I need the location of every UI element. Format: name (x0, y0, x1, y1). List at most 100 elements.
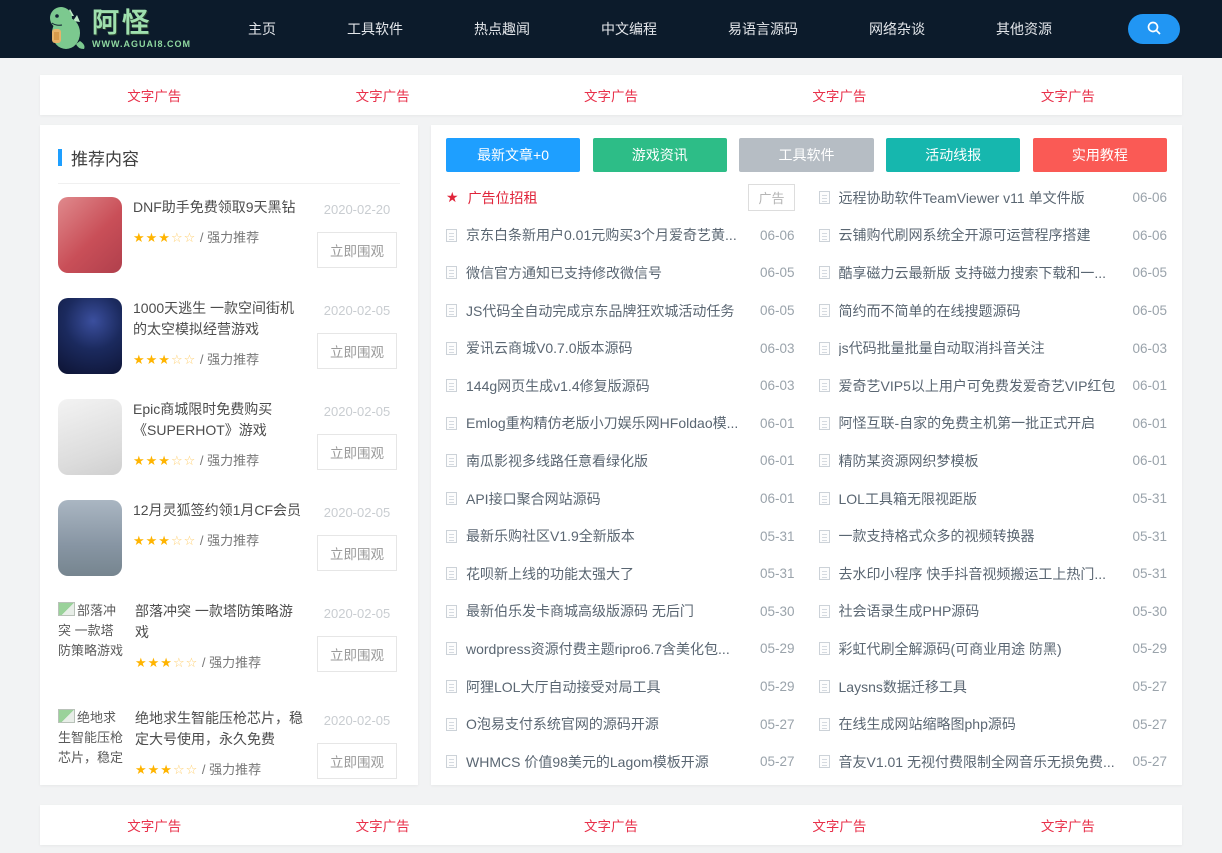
view-now-button[interactable]: 立即围观 (317, 434, 397, 470)
article-row[interactable]: js代码批量批量自动取消抖音关注 06-03 (818, 329, 1167, 367)
nav-item[interactable]: 易语言源码 (728, 0, 798, 59)
document-icon (446, 228, 457, 242)
article-row[interactable]: API接口聚合网站源码 06-01 (446, 480, 795, 518)
text-ad-link[interactable]: 文字广告 (497, 85, 725, 105)
recommended-item[interactable]: DNF助手免费领取9天黑钻 ★★★☆☆ / 强力推荐 2020-02-20 立即… (58, 184, 400, 285)
article-title: 京东白条新用户0.01元购买3个月爱奇艺黄... (466, 227, 737, 244)
view-now-button[interactable]: 立即围观 (317, 636, 397, 672)
item-title: 12月灵狐签约领1月CF会员 (133, 502, 302, 518)
view-now-button[interactable]: 立即围观 (317, 232, 397, 268)
text-ad-link[interactable]: 文字广告 (40, 85, 268, 105)
item-title: 绝地求生智能压枪芯片，稳定大号使用，永久免费 (135, 710, 303, 747)
article-row[interactable]: 最新乐购社区V1.9全新版本 05-31 (446, 517, 795, 555)
article-date: 06-05 (1132, 303, 1167, 319)
tab-tutorials[interactable]: 实用教程 (1032, 138, 1167, 172)
article-row[interactable]: 在线生成网站缩略图php源码 05-27 (818, 705, 1167, 743)
recommended-item[interactable]: 绝地求生智能压枪芯片，稳定 绝地求生智能压枪芯片，稳定大号使用，永久免费 ★★★… (58, 695, 400, 785)
article-date: 05-27 (759, 716, 795, 732)
nav-item[interactable]: 热点趣闻 (474, 0, 530, 59)
nav-item[interactable]: 工具软件 (347, 0, 403, 59)
article-row[interactable]: 最新伯乐发卡商城高级版源码 无后门 05-30 (446, 593, 795, 631)
article-title: 远程协助软件TeamViewer v11 单文件版 (838, 189, 1085, 206)
ad-slot-row[interactable]: ★ 广告位招租 广告 (446, 179, 795, 217)
article-row[interactable]: 彩虹代刷全解源码(可商业用途 防黑) 05-29 (818, 630, 1167, 668)
article-row[interactable]: 去水印小程序 快手抖音视频搬运工上热门... 05-31 (818, 555, 1167, 593)
article-row[interactable]: WHMCS 价值98美元的Lagom模板开源 05-27 (446, 743, 795, 781)
nav-item[interactable]: 中文编程 (601, 0, 657, 59)
article-row[interactable]: 花呗新上线的功能太强大了 05-31 (446, 555, 795, 593)
nav-item[interactable]: 主页 (248, 0, 276, 59)
article-row[interactable]: 社会语录生成PHP源码 05-30 (818, 593, 1167, 631)
article-row[interactable]: 一款支持格式众多的视频转换器 05-31 (818, 517, 1167, 555)
rating-separator: / (199, 453, 204, 468)
text-ad-link[interactable]: 文字广告 (954, 85, 1182, 105)
article-title: 爱讯云商城V0.7.0版本源码 (466, 340, 633, 357)
article-title: 在线生成网站缩略图php源码 (838, 716, 1016, 733)
article-row[interactable]: 爱奇艺VIP5以上用户可免费发爱奇艺VIP红包 06-01 (818, 367, 1167, 405)
text-ad-link[interactable]: 文字广告 (40, 815, 268, 835)
article-row[interactable]: O泡易支付系统官网的源码开源 05-27 (446, 705, 795, 743)
item-date: 2020-02-05 (323, 303, 391, 318)
article-row[interactable]: 144g网页生成v1.4修复版源码 06-03 (446, 367, 795, 405)
article-date: 06-06 (1132, 227, 1167, 243)
article-date: 06-03 (759, 378, 795, 394)
document-icon (818, 341, 830, 355)
document-icon (818, 454, 830, 468)
article-row[interactable]: LOL工具箱无限视距版 05-31 (818, 480, 1167, 518)
article-date: 05-31 (759, 528, 795, 544)
rating-label: 强力推荐 (207, 230, 260, 245)
article-row[interactable]: wordpress资源付费主题ripro6.7含美化包... 05-29 (446, 630, 795, 668)
text-ad-link[interactable]: 文字广告 (954, 815, 1182, 835)
article-row[interactable]: 京东白条新用户0.01元购买3个月爱奇艺黄... 06-06 (446, 217, 795, 255)
recommended-item[interactable]: 12月灵狐签约领1月CF会员 ★★★☆☆ / 强力推荐 2020-02-05 立… (58, 487, 400, 588)
recommended-item[interactable]: 1000天逃生 一款空间街机的太空模拟经营游戏 ★★★☆☆ / 强力推荐 202… (58, 285, 400, 386)
article-title: 144g网页生成v1.4修复版源码 (466, 377, 650, 394)
nav-item[interactable]: 网络杂谈 (869, 0, 925, 59)
article-date: 06-01 (759, 415, 795, 431)
article-date: 06-03 (1132, 340, 1167, 356)
tab-tools-software[interactable]: 工具软件 (739, 138, 874, 172)
article-date: 06-01 (1132, 415, 1167, 431)
article-row[interactable]: 音友V1.01 无视付费限制全网音乐无损免费... 05-27 (818, 743, 1167, 781)
site-logo[interactable]: 阿怪 WWW.AGUAI8.COM (42, 3, 220, 56)
view-now-button[interactable]: 立即围观 (317, 743, 397, 779)
article-row[interactable]: 远程协助软件TeamViewer v11 单文件版 06-06 (818, 179, 1167, 217)
recommended-sidebar: 推荐内容 DNF助手免费领取9天黑钻 ★★★☆☆ / 强力推荐 2020-02-… (40, 125, 418, 785)
article-row[interactable]: 阿狸LOL大厅自动接受对局工具 05-29 (446, 668, 795, 706)
nav-item[interactable]: 其他资源 (996, 0, 1052, 59)
item-date: 2020-02-05 (323, 505, 391, 520)
article-date: 05-31 (1132, 491, 1167, 507)
recommended-item[interactable]: Epic商城限时免费购买《SUPERHOT》游戏 ★★★☆☆ / 强力推荐 20… (58, 386, 400, 487)
text-ad-link[interactable]: 文字广告 (268, 85, 496, 105)
article-row[interactable]: 爱讯云商城V0.7.0版本源码 06-03 (446, 329, 795, 367)
site-header: 阿怪 WWW.AGUAI8.COM 主页 工具软件 热点趣闻 中文编程 易语言源… (0, 0, 1222, 58)
tab-activity-news[interactable]: 活动线报 (886, 138, 1021, 172)
article-row[interactable]: 简约而不简单的在线搜题源码 06-05 (818, 292, 1167, 330)
view-now-button[interactable]: 立即围观 (317, 535, 397, 571)
recommended-item[interactable]: 部落冲突 一款塔防策略游戏 部落冲突 一款塔防策略游戏 ★★★☆☆ / 强力推荐… (58, 588, 400, 695)
view-now-button[interactable]: 立即围观 (317, 333, 397, 369)
main-nav: 主页 工具软件 热点趣闻 中文编程 易语言源码 网络杂谈 其他资源 (248, 0, 1123, 59)
article-row[interactable]: 南瓜影视多线路任意看绿化版 06-01 (446, 442, 795, 480)
article-row[interactable]: 酷享磁力云最新版 支持磁力搜索下载和一... 06-05 (818, 254, 1167, 292)
article-row[interactable]: 精防某资源网织梦模板 06-01 (818, 442, 1167, 480)
article-row[interactable]: 云铺购代刷网系统全开源可运营程序搭建 06-06 (818, 217, 1167, 255)
article-row[interactable]: Emlog重构精仿老版小刀娱乐网HFoldao模... 06-01 (446, 405, 795, 443)
text-ad-link[interactable]: 文字广告 (725, 815, 953, 835)
search-button[interactable] (1128, 14, 1180, 44)
article-title: 彩虹代刷全解源码(可商业用途 防黑) (838, 640, 1062, 657)
rating-label: 强力推荐 (207, 453, 260, 468)
text-ad-link[interactable]: 文字广告 (725, 85, 953, 105)
text-ad-link[interactable]: 文字广告 (497, 815, 725, 835)
article-row[interactable]: 微信官方通知已支持修改微信号 06-05 (446, 254, 795, 292)
article-row[interactable]: JS代码全自动完成京东品牌狂欢城活动任务 06-05 (446, 292, 795, 330)
article-date: 05-30 (759, 603, 795, 619)
tab-latest-articles[interactable]: 最新文章+0 (446, 138, 581, 172)
document-icon (818, 228, 830, 242)
text-ad-link[interactable]: 文字广告 (268, 815, 496, 835)
article-row[interactable]: Laysns数据迁移工具 05-27 (818, 668, 1167, 706)
rating-separator: / (201, 762, 206, 777)
article-row[interactable]: 阿怪互联-自家的免费主机第一批正式开启 06-01 (818, 405, 1167, 443)
article-title: O泡易支付系统官网的源码开源 (466, 716, 659, 733)
tab-game-news[interactable]: 游戏资讯 (592, 138, 727, 172)
